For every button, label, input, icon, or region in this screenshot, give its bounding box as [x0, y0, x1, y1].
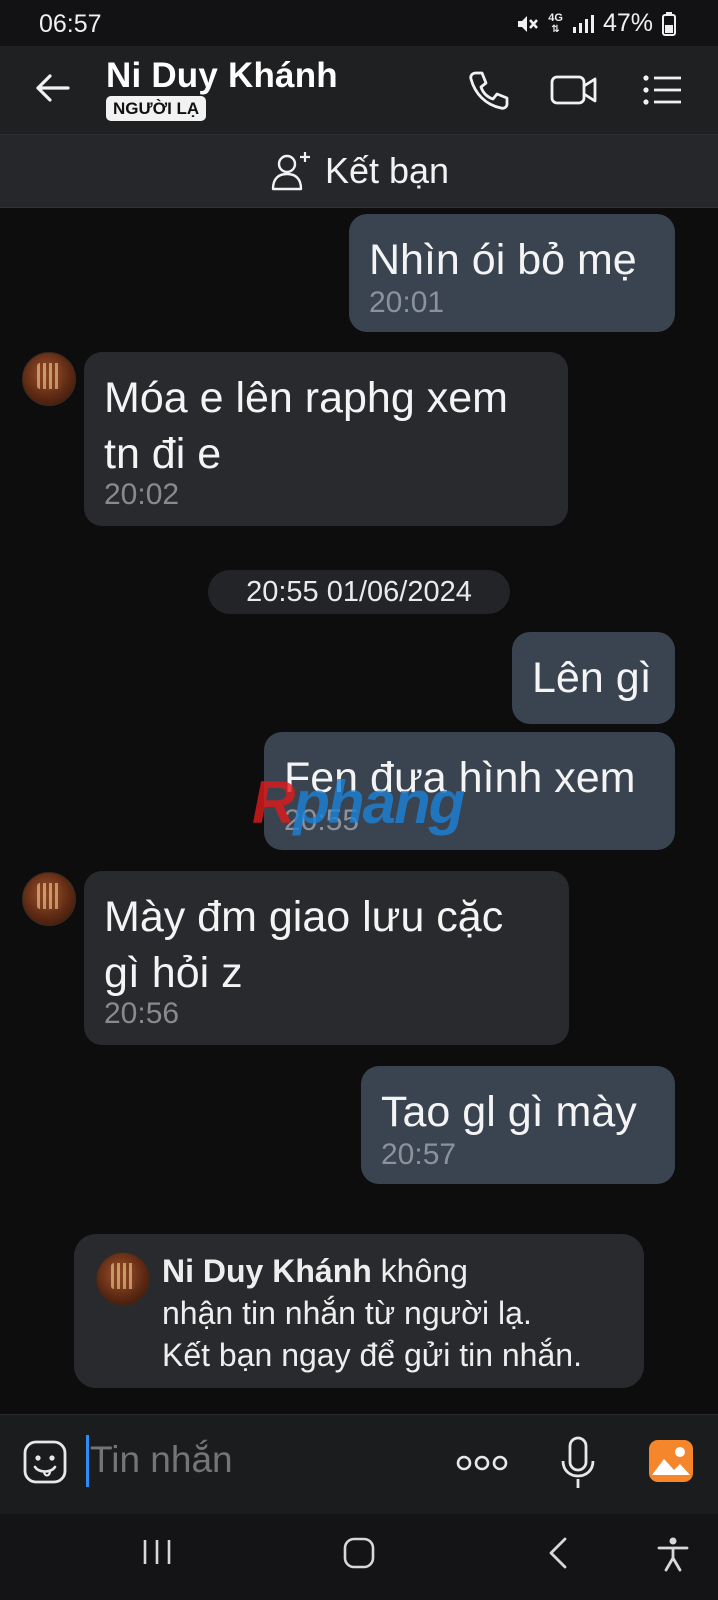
microphone-icon[interactable]	[558, 1435, 598, 1491]
chat-area[interactable]: Nhìn ói bỏ mẹ 20:01 Móa e lên raphg xem …	[0, 208, 718, 1414]
avatar[interactable]	[22, 352, 76, 406]
gallery-icon[interactable]	[648, 1439, 694, 1483]
stranger-badge: NGƯỜI LẠ	[106, 96, 207, 121]
message-time: 20:02	[104, 478, 180, 511]
message-text: Mày đm giao lưu cặc gì hỏi z	[104, 893, 504, 997]
message-time: 20:56	[104, 997, 180, 1030]
video-call-icon[interactable]	[548, 64, 600, 116]
battery-icon	[662, 11, 676, 36]
battery-percent: 47%	[602, 9, 653, 37]
mute-icon	[518, 15, 539, 32]
avatar[interactable]	[22, 872, 76, 926]
message-time: 20:57	[381, 1138, 457, 1171]
back-icon[interactable]	[546, 1536, 570, 1570]
home-icon[interactable]	[342, 1536, 376, 1570]
text-caret	[86, 1435, 89, 1487]
message-input-bar	[0, 1414, 718, 1514]
phone-icon[interactable]	[462, 64, 514, 116]
recent-apps-icon[interactable]	[140, 1536, 174, 1568]
message-bubble-outgoing[interactable]: Lên gì	[512, 632, 675, 724]
add-person-icon	[271, 152, 310, 191]
status-time: 06:57	[39, 10, 102, 38]
menu-list-icon[interactable]	[636, 64, 688, 116]
chat-header: Ni Duy Khánh NGƯỜI LẠ	[0, 46, 718, 134]
notice-contact-name[interactable]: Ni Duy Khánh	[162, 1253, 372, 1289]
date-separator: 20:55 01/06/2024	[208, 570, 510, 614]
message-time: 20:55	[284, 804, 360, 837]
sticker-icon[interactable]	[22, 1439, 68, 1485]
message-bubble-outgoing[interactable]: Tao gl gì mày 20:57	[361, 1066, 675, 1184]
avatar	[96, 1252, 150, 1306]
add-friend-bar[interactable]: Kết bạn	[0, 134, 718, 208]
message-input[interactable]	[90, 1429, 430, 1491]
signal-icon	[572, 14, 594, 33]
stranger-notice: Ni Duy Khánh không nhận tin nhắn từ ngườ…	[74, 1234, 644, 1388]
back-arrow-icon[interactable]	[30, 66, 74, 110]
message-text: Lên gì	[532, 654, 652, 702]
message-bubble-incoming[interactable]: Mày đm giao lưu cặc gì hỏi z 20:56	[84, 871, 569, 1045]
message-bubble-incoming[interactable]: Móa e lên raphg xem tn đi e 20:02	[84, 352, 568, 526]
status-bar: 06:57 4G ⇅ 47%	[0, 0, 718, 46]
system-nav-bar	[0, 1514, 718, 1600]
network-type: 4G ⇅	[548, 11, 563, 35]
notice-text: Ni Duy Khánh không nhận tin nhắn từ ngườ…	[162, 1253, 582, 1373]
add-friend-label: Kết bạn	[324, 150, 450, 191]
message-text: Nhìn ói bỏ mẹ	[369, 236, 637, 284]
message-time: 20:01	[369, 286, 445, 319]
accessibility-icon[interactable]	[656, 1536, 690, 1572]
contact-name[interactable]: Ni Duy Khánh	[106, 56, 338, 96]
message-bubble-outgoing[interactable]: Nhìn ói bỏ mẹ 20:01	[349, 214, 675, 332]
message-text: Tao gl gì mày	[381, 1088, 637, 1136]
message-text: Fen đưa hình xem	[284, 754, 636, 802]
message-bubble-outgoing[interactable]: Fen đưa hình xem 20:55	[264, 732, 675, 850]
status-icons: 4G ⇅ 47%	[515, 9, 676, 38]
message-text: Móa e lên raphg xem tn đi e	[104, 374, 508, 478]
more-options-icon[interactable]	[456, 1453, 508, 1473]
